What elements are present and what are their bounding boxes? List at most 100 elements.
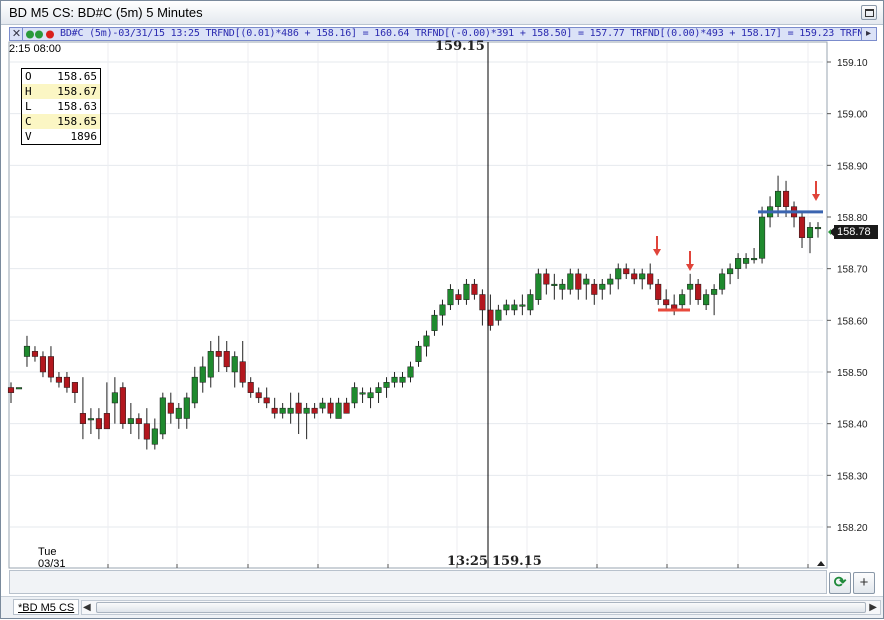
candle-body <box>503 304 510 311</box>
ohlc-key: H <box>25 85 32 98</box>
ohlc-key: C <box>25 115 32 128</box>
candle-body <box>335 402 342 419</box>
add-button[interactable]: + <box>853 572 875 594</box>
candle-body <box>55 376 62 383</box>
ohlc-row: O 158.65 <box>22 69 100 84</box>
ohlc-value: 158.63 <box>57 100 97 113</box>
candle-body <box>647 273 654 285</box>
crosshair-top-price: 159.15 <box>435 39 485 54</box>
candlestick-chart[interactable]: 159.10 159.00 158.90 158.80 158.70 158.60 158.… <box>1 1 884 620</box>
candle-body <box>735 258 742 269</box>
y-tick-label: 158.20 <box>837 523 868 534</box>
candle-body <box>759 216 766 259</box>
candle-body <box>623 268 630 275</box>
crosshair-time-label: 13:25 <box>447 554 488 569</box>
ohlc-data-box: O 158.65 H 158.67 L 158.63 C 158.65 V 1896 <box>21 68 101 145</box>
candle-body <box>695 283 702 300</box>
candle-body <box>479 294 486 311</box>
last-price-dot <box>828 229 831 235</box>
candle-body <box>551 283 558 286</box>
tab-scrollbar[interactable]: ◀ ▶ <box>81 600 881 615</box>
candle-body <box>127 418 134 424</box>
candle-body <box>615 268 622 280</box>
annotation-arrow-head <box>686 264 694 271</box>
ohlc-row: C 158.65 <box>22 114 100 129</box>
candle-body <box>559 283 566 290</box>
ohlc-value: 158.65 <box>57 115 97 128</box>
scroll-right-icon[interactable]: ▶ <box>869 601 877 615</box>
candle-body <box>519 304 526 307</box>
candle-body <box>774 190 782 207</box>
candle-body <box>391 376 398 383</box>
candle-body <box>39 356 47 373</box>
candle-body <box>751 258 758 261</box>
candle-body <box>463 283 470 300</box>
candle-body <box>527 294 534 311</box>
candle-body <box>535 273 542 300</box>
ohlc-value: 158.67 <box>57 85 97 98</box>
candle-body <box>287 407 294 414</box>
y-tick-label: 158.40 <box>837 420 868 431</box>
y-tick-label: 158.90 <box>837 161 868 172</box>
scroll-thumb[interactable] <box>96 602 866 613</box>
candle-body <box>495 309 502 321</box>
time-scrollbar[interactable] <box>9 570 827 594</box>
candle-body <box>215 351 222 357</box>
ohlc-row: L 158.63 <box>22 99 100 114</box>
day-date: 03/31 <box>38 558 66 570</box>
candle-body <box>782 190 790 207</box>
candle-body <box>295 402 302 414</box>
candle-body <box>607 278 614 285</box>
candle-body <box>575 273 582 290</box>
candle-body <box>679 294 686 306</box>
refresh-button[interactable]: ⟳ <box>829 572 851 594</box>
candle-body <box>79 413 86 424</box>
candle-body <box>719 273 726 290</box>
crosshair-price-label: 159.15 <box>492 554 542 569</box>
scroll-left-icon[interactable]: ◀ <box>83 601 91 615</box>
candle-body <box>567 273 574 290</box>
candle-body <box>511 304 518 311</box>
candle-body <box>743 258 750 264</box>
candle-body <box>711 289 718 295</box>
candle-body <box>639 273 646 280</box>
candle-body <box>423 335 430 347</box>
candle-body <box>311 407 318 414</box>
tab-chart[interactable]: *BD M5 CS <box>13 599 80 615</box>
candle-body <box>103 413 110 430</box>
candle-body <box>223 351 230 368</box>
candle-body <box>31 351 39 357</box>
scroll-up-indicator <box>817 561 825 566</box>
candle-body <box>375 387 382 393</box>
y-tick-label: 158.30 <box>837 471 868 482</box>
candle-body <box>383 382 390 388</box>
candle-body <box>95 418 102 430</box>
candle-body <box>814 227 822 230</box>
candle-body <box>407 366 414 378</box>
candle-body <box>199 366 206 383</box>
candle-body <box>255 392 262 399</box>
candle-body <box>7 387 15 393</box>
candle-body <box>806 227 814 238</box>
y-tick-label: 159.10 <box>837 58 868 69</box>
candle-body <box>727 268 734 275</box>
candle-body <box>175 407 182 419</box>
candle-body <box>87 418 94 421</box>
ohlc-key: O <box>25 70 32 83</box>
candle-body <box>655 283 662 300</box>
candle-body <box>271 407 278 414</box>
candle-body <box>231 356 238 373</box>
candle-body <box>71 382 78 393</box>
y-tick-label: 158.60 <box>837 316 868 327</box>
candle-body <box>431 314 438 331</box>
y-tick-label: 158.50 <box>837 368 868 379</box>
candle-body <box>135 418 142 424</box>
candle-body <box>111 392 118 404</box>
day-name: Tue <box>38 546 57 558</box>
candle-body <box>543 273 550 285</box>
y-tick-label: 159.00 <box>837 110 868 121</box>
candle-body <box>279 407 286 414</box>
candle-body <box>343 402 350 414</box>
candle-body <box>703 294 710 306</box>
annotation-arrow-head <box>653 249 661 256</box>
